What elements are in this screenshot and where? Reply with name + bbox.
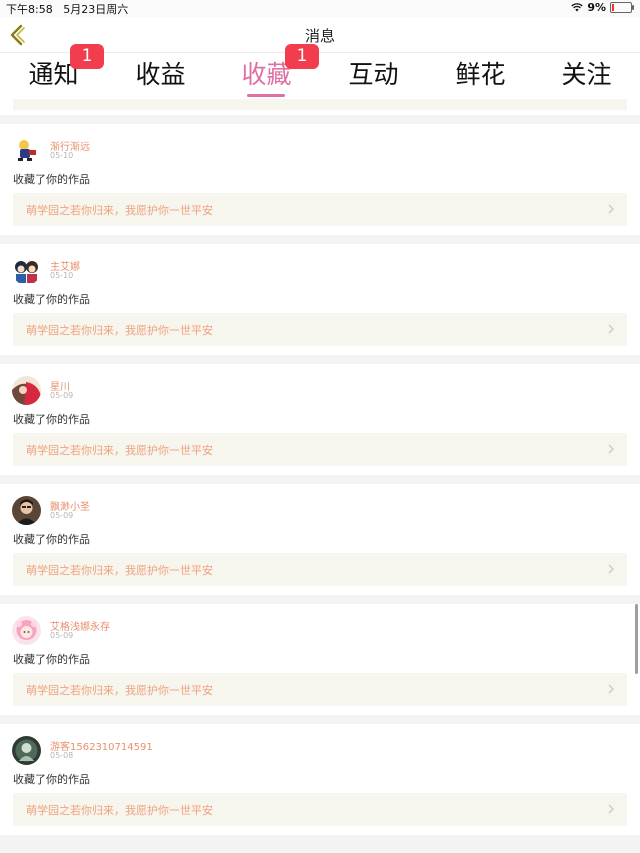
message-list: 渐行渐远 05-10 收藏了你的作品 萌学园之若你归来，我愿护你一世平安 主艾娜…: [0, 99, 640, 835]
chevron-right-icon: [608, 324, 614, 334]
battery-icon: [610, 2, 634, 13]
tab-badge: 1: [285, 44, 319, 69]
avatar[interactable]: [12, 376, 41, 405]
status-right: 9%: [571, 1, 634, 14]
chevron-right-icon: [608, 444, 614, 454]
list-item-partial: [0, 99, 640, 115]
work-title: 萌学园之若你归来，我愿护你一世平安: [26, 444, 213, 457]
date: 05-09: [50, 631, 74, 640]
status-bar: 下午8:58 5月23日周六 9%: [0, 0, 640, 17]
chevron-right-icon: [608, 564, 614, 574]
avatar[interactable]: [12, 136, 41, 165]
tab-notifications[interactable]: 通知 1: [0, 44, 107, 99]
date: 05-10: [50, 151, 74, 160]
work-link[interactable]: 萌学园之若你归来，我愿护你一世平安: [13, 193, 627, 226]
work-title: 萌学园之若你归来，我愿护你一世平安: [26, 684, 213, 697]
tab-badge: 1: [70, 44, 104, 69]
work-link[interactable]: 萌学园之若你归来，我愿护你一世平安: [13, 433, 627, 466]
work-link[interactable]: 萌学园之若你归来，我愿护你一世平安: [13, 313, 627, 346]
list-item: 艾格浅娜永存 05-09 收藏了你的作品 萌学园之若你归来，我愿护你一世平安: [0, 604, 640, 715]
work-link-partial[interactable]: [13, 99, 627, 110]
tab-label: 收益: [135, 60, 186, 89]
chevron-right-icon: [608, 804, 614, 814]
avatar[interactable]: [12, 616, 41, 645]
status-time-date: 下午8:58 5月23日周六: [6, 1, 128, 17]
page-title: 消息: [304, 27, 335, 45]
tab-interactions[interactable]: 互动: [320, 53, 427, 99]
date: 05-08: [50, 751, 74, 760]
action-text: 收藏了你的作品: [13, 173, 90, 186]
date: 05-09: [50, 391, 74, 400]
list-item: 飘渺小圣 05-09 收藏了你的作品 萌学园之若你归来，我愿护你一世平安: [0, 484, 640, 595]
work-link[interactable]: 萌学园之若你归来，我愿护你一世平安: [13, 673, 627, 706]
tab-following[interactable]: 关注: [533, 53, 640, 99]
action-text: 收藏了你的作品: [13, 773, 90, 786]
work-title: 萌学园之若你归来，我愿护你一世平安: [26, 564, 213, 577]
tab-label: 鲜花: [455, 60, 506, 89]
list-item: 游客1562310714591 05-08 收藏了你的作品 萌学园之若你归来，我…: [0, 724, 640, 835]
work-title: 萌学园之若你归来，我愿护你一世平安: [26, 324, 213, 337]
work-title: 萌学园之若你归来，我愿护你一世平安: [26, 804, 213, 817]
avatar[interactable]: [12, 496, 41, 525]
tab-favorites[interactable]: 收藏 1: [213, 44, 320, 99]
list-item: 星川 05-09 收藏了你的作品 萌学园之若你归来，我愿护你一世平安: [0, 364, 640, 475]
status-time: 下午8:58: [6, 3, 53, 16]
tab-active-indicator: [247, 94, 285, 97]
chevron-right-icon: [608, 204, 614, 214]
work-link[interactable]: 萌学园之若你归来，我愿护你一世平安: [13, 553, 627, 586]
action-text: 收藏了你的作品: [13, 413, 90, 426]
status-date: 5月23日周六: [63, 3, 129, 16]
avatar[interactable]: [12, 256, 41, 285]
tab-earnings[interactable]: 收益: [107, 53, 214, 99]
action-text: 收藏了你的作品: [13, 293, 90, 306]
tab-label: 收藏: [241, 60, 292, 89]
scrollbar[interactable]: [635, 604, 638, 674]
tab-flowers[interactable]: 鲜花: [427, 53, 534, 99]
wifi-icon: [571, 3, 583, 12]
tab-label: 关注: [561, 60, 612, 89]
tab-bar: 通知 1 收益 收藏 1 互动 鲜花 关注: [0, 44, 640, 99]
date: 05-10: [50, 271, 74, 280]
action-text: 收藏了你的作品: [13, 533, 90, 546]
avatar[interactable]: [12, 736, 41, 765]
work-title: 萌学园之若你归来，我愿护你一世平安: [26, 204, 213, 217]
date: 05-09: [50, 511, 74, 520]
action-text: 收藏了你的作品: [13, 653, 90, 666]
battery-percent: 9%: [587, 1, 606, 14]
work-link[interactable]: 萌学园之若你归来，我愿护你一世平安: [13, 793, 627, 826]
list-item: 主艾娜 05-10 收藏了你的作品 萌学园之若你归来，我愿护你一世平安: [0, 244, 640, 355]
chevron-right-icon: [608, 684, 614, 694]
tab-label: 互动: [348, 60, 399, 89]
list-item: 渐行渐远 05-10 收藏了你的作品 萌学园之若你归来，我愿护你一世平安: [0, 124, 640, 235]
